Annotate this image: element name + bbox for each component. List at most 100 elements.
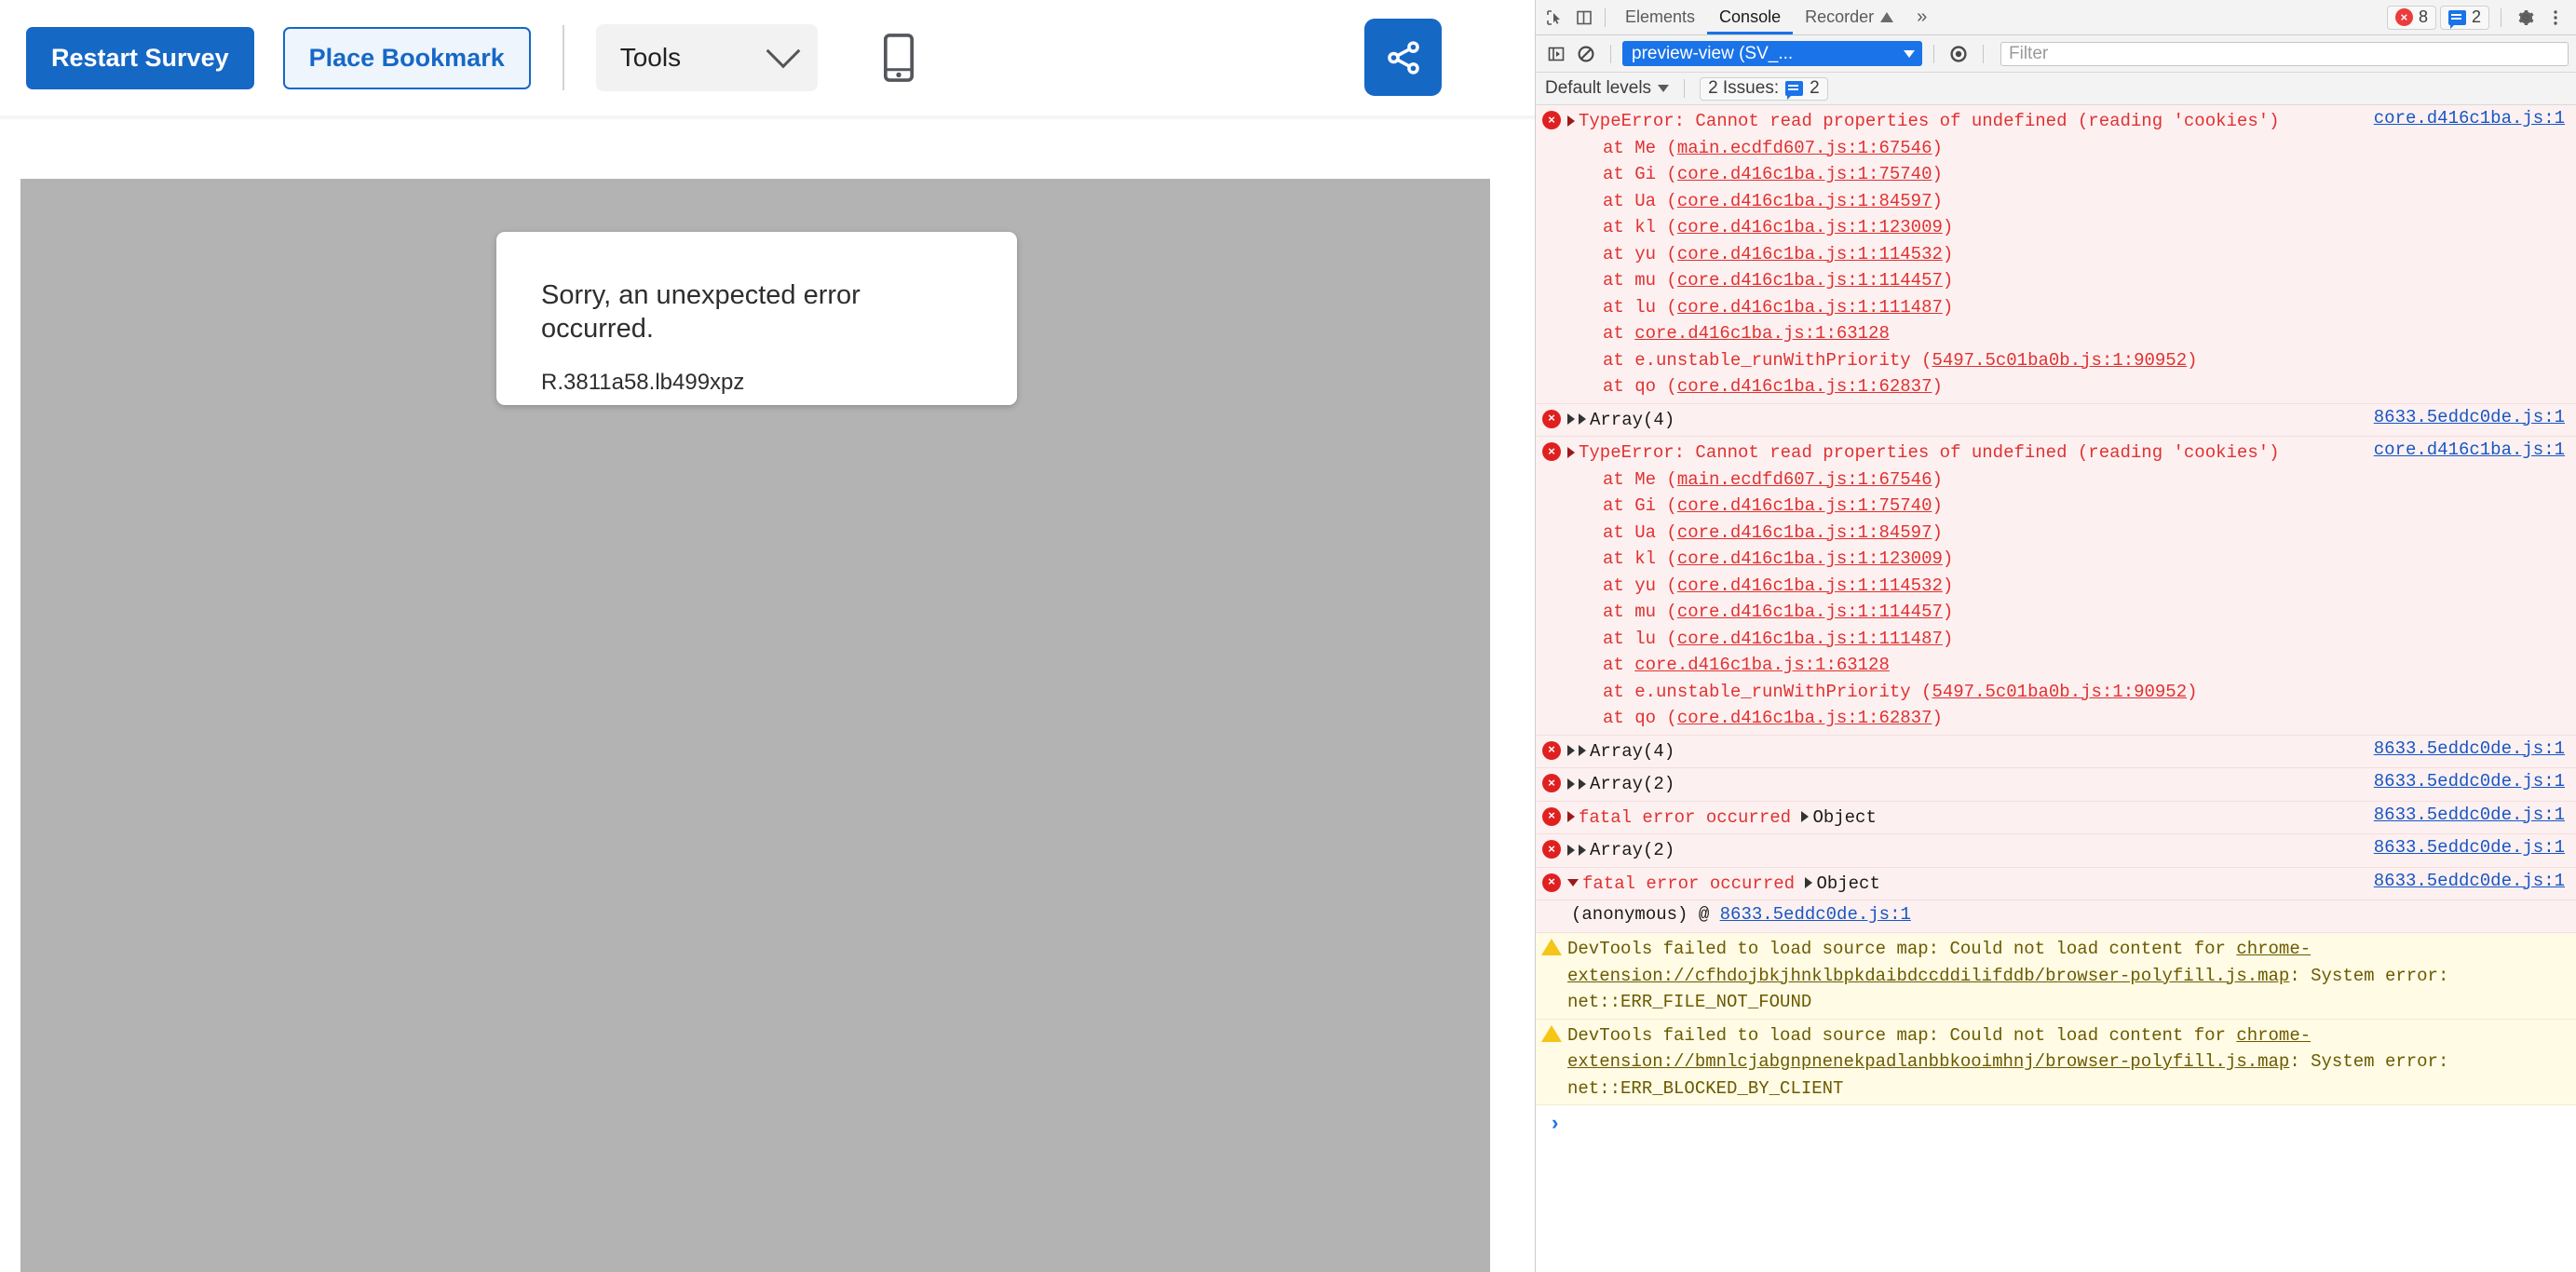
stack-frame-link[interactable]: core.d416c1ba.js:1:114457 — [1677, 270, 1943, 291]
tab-elements-label: Elements — [1625, 7, 1696, 26]
error-circle-icon: × — [1536, 771, 1567, 798]
warning-triangle-icon — [1536, 1022, 1567, 1103]
console-warning-row[interactable]: DevTools failed to load source map: Coul… — [1536, 1019, 2576, 1105]
place-bookmark-button[interactable]: Place Bookmark — [282, 26, 531, 89]
console-sidebar-toggle-button[interactable] — [1543, 41, 1569, 67]
more-tabs-label: » — [1917, 7, 1928, 27]
console-error-row[interactable]: × TypeError: Cannot read properties of un… — [1536, 437, 2576, 736]
console-error-row[interactable]: × Array(4) 8633.5eddc0de.js:1 — [1536, 735, 2576, 768]
expand-triangle-icon-inner[interactable] — [1579, 745, 1586, 757]
expand-triangle-icon[interactable] — [1567, 745, 1575, 757]
object-expand-triangle-icon[interactable] — [1801, 811, 1810, 823]
stack-frame-link[interactable]: core.d416c1ba.js:1:111487 — [1677, 629, 1943, 649]
console-filter-input[interactable] — [2000, 41, 2569, 66]
stack-frame: at yu (core.d416c1ba.js:1:114532) — [1603, 575, 1954, 596]
log-levels-dropdown[interactable]: Default levels — [1545, 78, 1670, 99]
console-error-row[interactable]: × Array(2) 8633.5eddc0de.js:1 — [1536, 768, 2576, 802]
mobile-preview-button[interactable] — [859, 18, 939, 98]
stack-frame-link[interactable]: core.d416c1ba.js:1:84597 — [1677, 191, 1932, 211]
console-source-link[interactable]: core.d416c1ba.js:1 — [2374, 440, 2576, 732]
stack-frame: at kl (core.d416c1ba.js:1:123009) — [1603, 548, 1954, 569]
preview-canvas: Sorry, an unexpected error occurred. R.3… — [20, 179, 1490, 1272]
expand-triangle-icon[interactable] — [1567, 446, 1575, 458]
devtools-tab-list: Elements Console Recorder » — [1613, 0, 1938, 34]
restart-survey-button[interactable]: Restart Survey — [26, 26, 254, 89]
chevron-down-icon — [766, 34, 801, 69]
device-toolbar-button[interactable] — [1571, 5, 1597, 31]
console-source-link[interactable]: 8633.5eddc0de.js:1 — [2374, 771, 2576, 798]
console-error-row[interactable]: × TypeError: Cannot read properties of un… — [1536, 105, 2576, 404]
clear-console-button[interactable] — [1573, 41, 1599, 67]
stack-frame-link[interactable]: core.d416c1ba.js:1:114457 — [1677, 602, 1943, 622]
stack-frame-link[interactable]: core.d416c1ba.js:1:84597 — [1677, 522, 1932, 543]
stack-frame-link[interactable]: core.d416c1ba.js:1:62837 — [1677, 708, 1932, 728]
stack-frame-link[interactable]: core.d416c1ba.js:1:123009 — [1677, 548, 1943, 569]
stack-frame-link[interactable]: 5497.5c01ba0b.js:1:90952 — [1932, 350, 2187, 371]
stack-frame-link[interactable]: core.d416c1ba.js:1:123009 — [1677, 217, 1943, 237]
issues-summary-button[interactable]: 2 Issues: 2 — [1700, 76, 1828, 101]
more-options-button[interactable] — [2542, 5, 2569, 31]
expand-triangle-icon-inner[interactable] — [1579, 778, 1586, 790]
console-source-link[interactable]: 8633.5eddc0de.js:1 — [2374, 805, 2576, 832]
stack-frame-link[interactable]: core.d416c1ba.js:1:62837 — [1677, 376, 1932, 397]
error-code: R.3811a58.lb499xpz — [541, 369, 745, 395]
inspect-element-button[interactable] — [1541, 5, 1567, 31]
console-source-link[interactable]: 8633.5eddc0de.js:1 — [2374, 837, 2576, 864]
stack-frame-link[interactable]: core.d416c1ba.js:1:111487 — [1677, 297, 1943, 318]
expand-triangle-icon[interactable] — [1567, 778, 1575, 790]
source-map-link[interactable]: chrome-extension://cfhdojbkjhnklbpkdaibd… — [1567, 939, 2311, 986]
console-error-row[interactable]: × Array(2) 8633.5eddc0de.js:1 — [1536, 834, 2576, 868]
console-source-link[interactable]: 8633.5eddc0de.js:1 — [2374, 738, 2576, 765]
console-error-row[interactable]: × fatal error occurred Object 8633.5eddc0d… — [1536, 867, 2576, 900]
source-map-link[interactable]: chrome-extension://bmnlcjabgnpnenekpadla… — [1567, 1025, 2311, 1073]
anonymous-frame-link[interactable]: 8633.5eddc0de.js:1 — [1720, 904, 1911, 925]
settings-button[interactable] — [2513, 5, 2539, 31]
stack-frame: at kl (core.d416c1ba.js:1:123009) — [1603, 217, 1954, 237]
stack-frame-link[interactable]: core.d416c1ba.js:1:114532 — [1677, 244, 1943, 264]
stack-frame-link[interactable]: main.ecdfd607.js:1:67546 — [1677, 138, 1932, 158]
console-source-link[interactable]: 8633.5eddc0de.js:1 — [2374, 871, 2576, 898]
console-warning-row[interactable]: DevTools failed to load source map: Coul… — [1536, 933, 2576, 1020]
share-button[interactable] — [1364, 19, 1442, 96]
stack-frame-link[interactable]: core.d416c1ba.js:1:63128 — [1634, 655, 1890, 675]
devtools-tabbar-right: × 8 2 — [2386, 0, 2576, 34]
console-error-row[interactable]: × fatal error occurred Object 8633.5eddc0d… — [1536, 801, 2576, 834]
stack-frame-link[interactable]: 5497.5c01ba0b.js:1:90952 — [1932, 682, 2187, 702]
expand-triangle-icon-inner[interactable] — [1579, 844, 1586, 856]
tools-dropdown-label: Tools — [619, 43, 682, 72]
expand-triangle-icon[interactable] — [1567, 115, 1575, 127]
console-object-label: Object — [1812, 806, 1877, 828]
console-prompt[interactable]: › — [1536, 1105, 2576, 1136]
more-tabs-button[interactable]: » — [1905, 0, 1938, 34]
tab-console[interactable]: Console — [1707, 0, 1794, 34]
collapse-triangle-icon[interactable] — [1567, 879, 1579, 887]
stack-frame-link[interactable]: core.d416c1ba.js:1:75740 — [1677, 164, 1932, 184]
stack-frame-link[interactable]: core.d416c1ba.js:1:75740 — [1677, 495, 1932, 516]
object-expand-triangle-icon[interactable] — [1805, 877, 1813, 889]
expand-triangle-icon[interactable] — [1567, 844, 1575, 856]
issue-count-badge[interactable]: 2 — [2439, 5, 2489, 30]
error-count-badge[interactable]: × 8 — [2386, 5, 2436, 30]
tab-console-label: Console — [1719, 7, 1782, 26]
error-circle-icon: × — [2394, 8, 2413, 26]
stack-frame-link[interactable]: core.d416c1ba.js:1:114532 — [1677, 575, 1943, 596]
tools-dropdown[interactable]: Tools — [595, 24, 818, 91]
stack-frame: at qo (core.d416c1ba.js:1:62837) — [1603, 376, 1943, 397]
stack-frame-link[interactable]: main.ecdfd607.js:1:67546 — [1677, 469, 1932, 490]
survey-preview-pane: Restart Survey Place Bookmark Tools Sorr… — [0, 0, 1535, 1272]
console-source-link[interactable]: core.d416c1ba.js:1 — [2374, 108, 2576, 400]
js-context-label: preview-view (SV_... — [1632, 43, 1794, 63]
stack-frame-link[interactable]: core.d416c1ba.js:1:63128 — [1634, 323, 1890, 344]
expand-triangle-icon[interactable] — [1567, 413, 1575, 426]
console-error-row[interactable]: × Array(4) 8633.5eddc0de.js:1 — [1536, 403, 2576, 437]
console-message-list[interactable]: × TypeError: Cannot read properties of un… — [1536, 105, 2576, 1272]
tab-elements[interactable]: Elements — [1613, 0, 1707, 34]
tab-recorder[interactable]: Recorder — [1793, 0, 1905, 34]
expand-triangle-icon[interactable] — [1567, 811, 1575, 823]
kebab-menu-icon — [2554, 9, 2557, 25]
stack-frame: at e.unstable_runWithPriority (5497.5c01… — [1603, 349, 2198, 371]
live-expression-button[interactable] — [1946, 41, 1972, 67]
expand-triangle-icon-inner[interactable] — [1579, 413, 1586, 426]
console-source-link[interactable]: 8633.5eddc0de.js:1 — [2374, 407, 2576, 434]
js-context-dropdown[interactable]: preview-view (SV_... — [1622, 41, 1922, 66]
